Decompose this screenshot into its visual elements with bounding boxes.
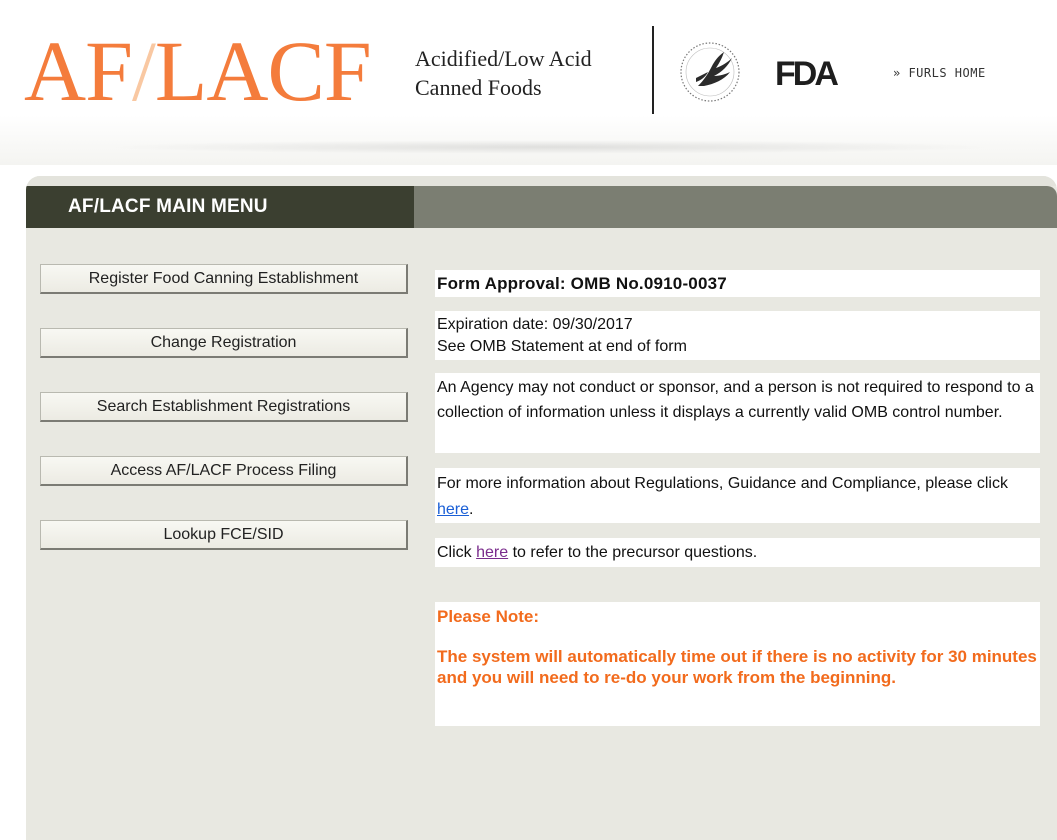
regulations-here-link[interactable]: here (437, 501, 469, 518)
furls-home-link[interactable]: » FURLS HOME (893, 66, 986, 80)
more-info-period: . (469, 501, 474, 518)
fda-logo-text: FDA (775, 55, 838, 92)
logo-prefix: AF (24, 23, 133, 119)
precursor-text-pre: Click (437, 544, 477, 561)
main-panel: AF/LACF MAIN MENU Register Food Canning … (26, 176, 1057, 840)
page-header: AF/LACF Acidified/Low Acid Canned Foods … (0, 0, 1057, 165)
precursor-here-link[interactable]: here (476, 544, 508, 561)
note-text: The system will automatically time out i… (437, 647, 1037, 687)
process-filing-button[interactable]: Access AF/LACF Process Filing (40, 456, 408, 486)
expiration-date: Expiration date: 09/30/2017 (437, 316, 633, 333)
panel-top-strip (26, 176, 1057, 186)
fda-logo-icon: FDA (775, 55, 841, 92)
form-approval-box: Form Approval: OMB No.0910-0037 (435, 270, 1040, 297)
more-info-text: For more information about Regulations, … (437, 475, 1008, 492)
menu-title: AF/LACF MAIN MENU (68, 196, 268, 217)
timeout-note-box: Please Note: The system will automatical… (435, 602, 1040, 726)
tagline-line-2: Canned Foods (415, 75, 542, 100)
change-registration-button[interactable]: Change Registration (40, 328, 408, 358)
lookup-fce-sid-button[interactable]: Lookup FCE/SID (40, 520, 408, 550)
tagline-line-1: Acidified/Low Acid (415, 46, 592, 71)
logo-slash: / (131, 23, 156, 119)
hhs-eagle-seal-icon (680, 42, 740, 102)
header-shadow (100, 140, 1000, 154)
precursor-text-post: to refer to the precursor questions. (508, 544, 758, 561)
form-approval-title: Form Approval: OMB No.0910-0037 (437, 274, 727, 293)
expiration-box: Expiration date: 09/30/2017 See OMB Stat… (435, 311, 1040, 360)
agency-statement-text: An Agency may not conduct or sponsor, an… (437, 379, 1034, 421)
register-establishment-button[interactable]: Register Food Canning Establishment (40, 264, 408, 294)
precursor-box: Click here to refer to the precursor que… (435, 538, 1040, 567)
more-info-box: For more information about Regulations, … (435, 468, 1040, 523)
search-registrations-button[interactable]: Search Establishment Registrations (40, 392, 408, 422)
logo-suffix: LACF (154, 23, 372, 119)
header-divider (652, 26, 654, 114)
note-title: Please Note: (437, 607, 540, 626)
menu-bar-right (414, 186, 1057, 228)
logo-tagline: Acidified/Low Acid Canned Foods (415, 44, 592, 102)
aflacf-logo: AF/LACF (24, 28, 372, 114)
omb-statement-note: See OMB Statement at end of form (437, 338, 687, 355)
agency-statement-box: An Agency may not conduct or sponsor, an… (435, 373, 1040, 453)
